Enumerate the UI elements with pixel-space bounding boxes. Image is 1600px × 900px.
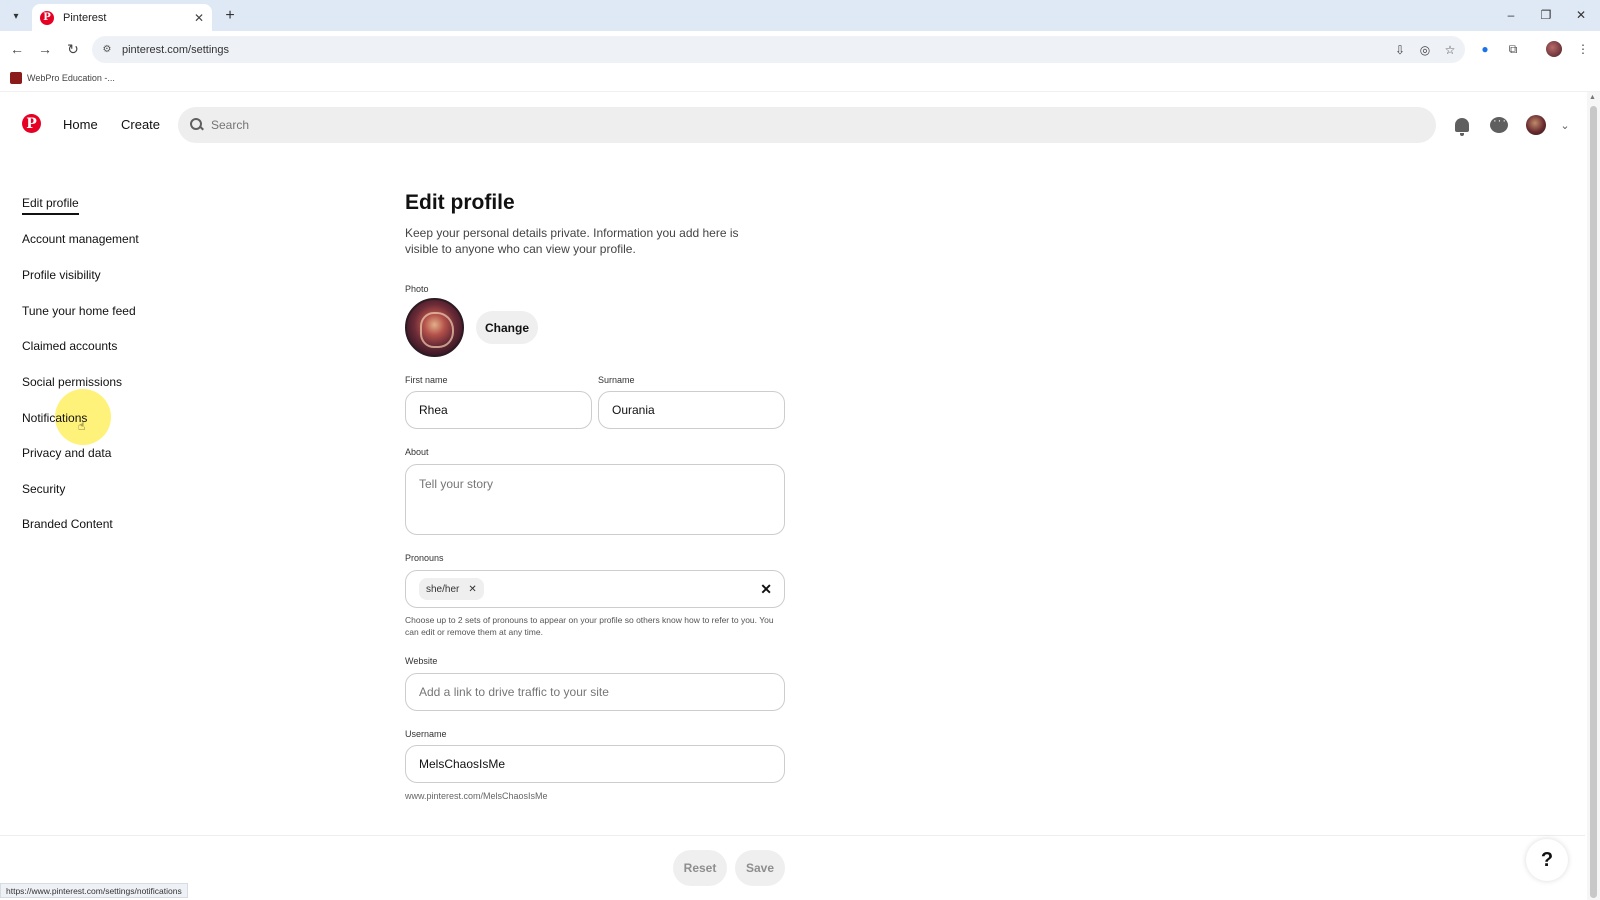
photo-label: Photo: [405, 284, 429, 294]
website-field[interactable]: [405, 673, 785, 711]
change-photo-button[interactable]: Change: [476, 311, 538, 344]
pinterest-logo-icon[interactable]: P: [22, 114, 41, 133]
browser-toolbar: ← → ↻ ⚙ pinterest.com/settings ⇩ ◎ ☆ ● ⧉…: [0, 31, 1600, 67]
website-input[interactable]: [419, 685, 771, 699]
close-window-icon[interactable]: ✕: [1571, 6, 1591, 24]
page-title: Edit profile: [405, 191, 515, 214]
scroll-thumb[interactable]: [1590, 106, 1597, 898]
tab-search-icon[interactable]: ▾: [6, 6, 26, 26]
scroll-up-icon[interactable]: ▲: [1589, 94, 1596, 101]
page-scrollbar[interactable]: ▲: [1587, 92, 1600, 900]
restore-icon[interactable]: ❐: [1536, 6, 1556, 24]
clear-pronouns-icon[interactable]: ✕: [760, 581, 772, 598]
eye-off-icon[interactable]: ◎: [1415, 40, 1435, 60]
surname-field[interactable]: [598, 391, 785, 429]
first-name-label: First name: [405, 375, 448, 385]
back-icon[interactable]: ←: [7, 39, 27, 59]
forward-icon[interactable]: →: [35, 39, 55, 59]
sidebar-item-privacy-and-data[interactable]: Privacy and data: [22, 446, 111, 460]
site-info-icon[interactable]: ⚙: [100, 43, 114, 57]
extensions-puzzle-icon[interactable]: ⧉: [1504, 40, 1522, 58]
first-name-field[interactable]: [405, 391, 592, 429]
browser-tab-bar: ▾ P Pinterest ✕ + – ❐ ✕: [0, 0, 1600, 31]
username-label: Username: [405, 729, 447, 739]
messages-icon[interactable]: [1488, 114, 1510, 136]
bookmark-item[interactable]: WebPro Education -...: [10, 72, 115, 84]
about-textarea[interactable]: [419, 477, 771, 527]
search-input[interactable]: [211, 118, 1391, 132]
pronouns-help-text: Choose up to 2 sets of pronouns to appea…: [405, 615, 774, 637]
chevron-down-icon[interactable]: ⌄: [1554, 114, 1576, 136]
reset-button[interactable]: Reset: [673, 850, 727, 886]
form-footer: Reset Save: [0, 835, 1585, 900]
bookmark-star-icon[interactable]: ☆: [1440, 40, 1460, 60]
username-input[interactable]: [419, 757, 771, 771]
pinterest-header: P Home Create ⌄: [0, 92, 1585, 160]
notifications-bell-icon[interactable]: [1451, 114, 1473, 136]
pinterest-favicon-icon: P: [40, 10, 54, 25]
extension-icon[interactable]: ●: [1476, 40, 1494, 58]
profile-url-text: www.pinterest.com/MelsChaosIsMe: [405, 791, 548, 801]
sidebar-item-edit-profile[interactable]: Edit profile: [22, 196, 79, 215]
browser-profile-avatar[interactable]: [1546, 41, 1562, 57]
search-bar[interactable]: [178, 107, 1436, 143]
nav-create[interactable]: Create: [121, 117, 160, 132]
sidebar-item-security[interactable]: Security: [22, 482, 65, 496]
profile-photo: [405, 298, 464, 357]
surname-input[interactable]: [612, 403, 771, 417]
reload-icon[interactable]: ↻: [63, 39, 83, 59]
hand-cursor-icon: ☝: [78, 419, 86, 433]
username-field[interactable]: [405, 745, 785, 783]
browser-menu-icon[interactable]: ⋮: [1574, 40, 1592, 58]
pronoun-chip-label: she/her: [426, 583, 460, 595]
first-name-input[interactable]: [419, 403, 578, 417]
browser-status-bar: https://www.pinterest.com/settings/notif…: [0, 883, 188, 898]
surname-label: Surname: [598, 375, 635, 385]
about-label: About: [405, 447, 429, 457]
pronoun-chip: she/her ✕: [419, 578, 484, 600]
sidebar-item-social-permissions[interactable]: Social permissions: [22, 375, 122, 389]
minimize-icon[interactable]: –: [1501, 6, 1521, 24]
sidebar-item-branded-content[interactable]: Branded Content: [22, 517, 113, 531]
remove-pronoun-icon[interactable]: ✕: [468, 584, 476, 595]
url-text[interactable]: pinterest.com/settings: [122, 44, 1390, 56]
help-question-icon[interactable]: ?: [1526, 839, 1568, 881]
address-bar[interactable]: ⚙ pinterest.com/settings ⇩ ◎ ☆: [92, 36, 1465, 63]
website-label: Website: [405, 656, 438, 666]
profile-avatar[interactable]: [1525, 114, 1547, 136]
tab-close-icon[interactable]: ✕: [194, 11, 204, 25]
search-icon: [190, 118, 204, 132]
pronouns-label: Pronouns: [405, 553, 444, 563]
pronouns-field[interactable]: she/her ✕ ✕: [405, 570, 785, 608]
sidebar-item-profile-visibility[interactable]: Profile visibility: [22, 268, 101, 282]
new-tab-icon[interactable]: +: [220, 6, 240, 26]
bookmarks-bar: WebPro Education -...: [0, 67, 1600, 92]
tab-title: Pinterest: [63, 11, 107, 24]
intro-text: Keep your personal details private. Info…: [405, 226, 739, 256]
sidebar-item-claimed-accounts[interactable]: Claimed accounts: [22, 339, 117, 353]
about-field[interactable]: [405, 464, 785, 535]
bookmark-label: WebPro Education -...: [27, 73, 115, 83]
install-app-icon[interactable]: ⇩: [1390, 40, 1410, 60]
sidebar-item-account-management[interactable]: Account management: [22, 232, 139, 246]
browser-tab[interactable]: P Pinterest ✕: [32, 4, 212, 31]
nav-home[interactable]: Home: [63, 117, 98, 132]
save-button[interactable]: Save: [735, 850, 785, 886]
bookmark-favicon-icon: [10, 72, 22, 84]
sidebar-item-tune-home-feed[interactable]: Tune your home feed: [22, 304, 136, 318]
